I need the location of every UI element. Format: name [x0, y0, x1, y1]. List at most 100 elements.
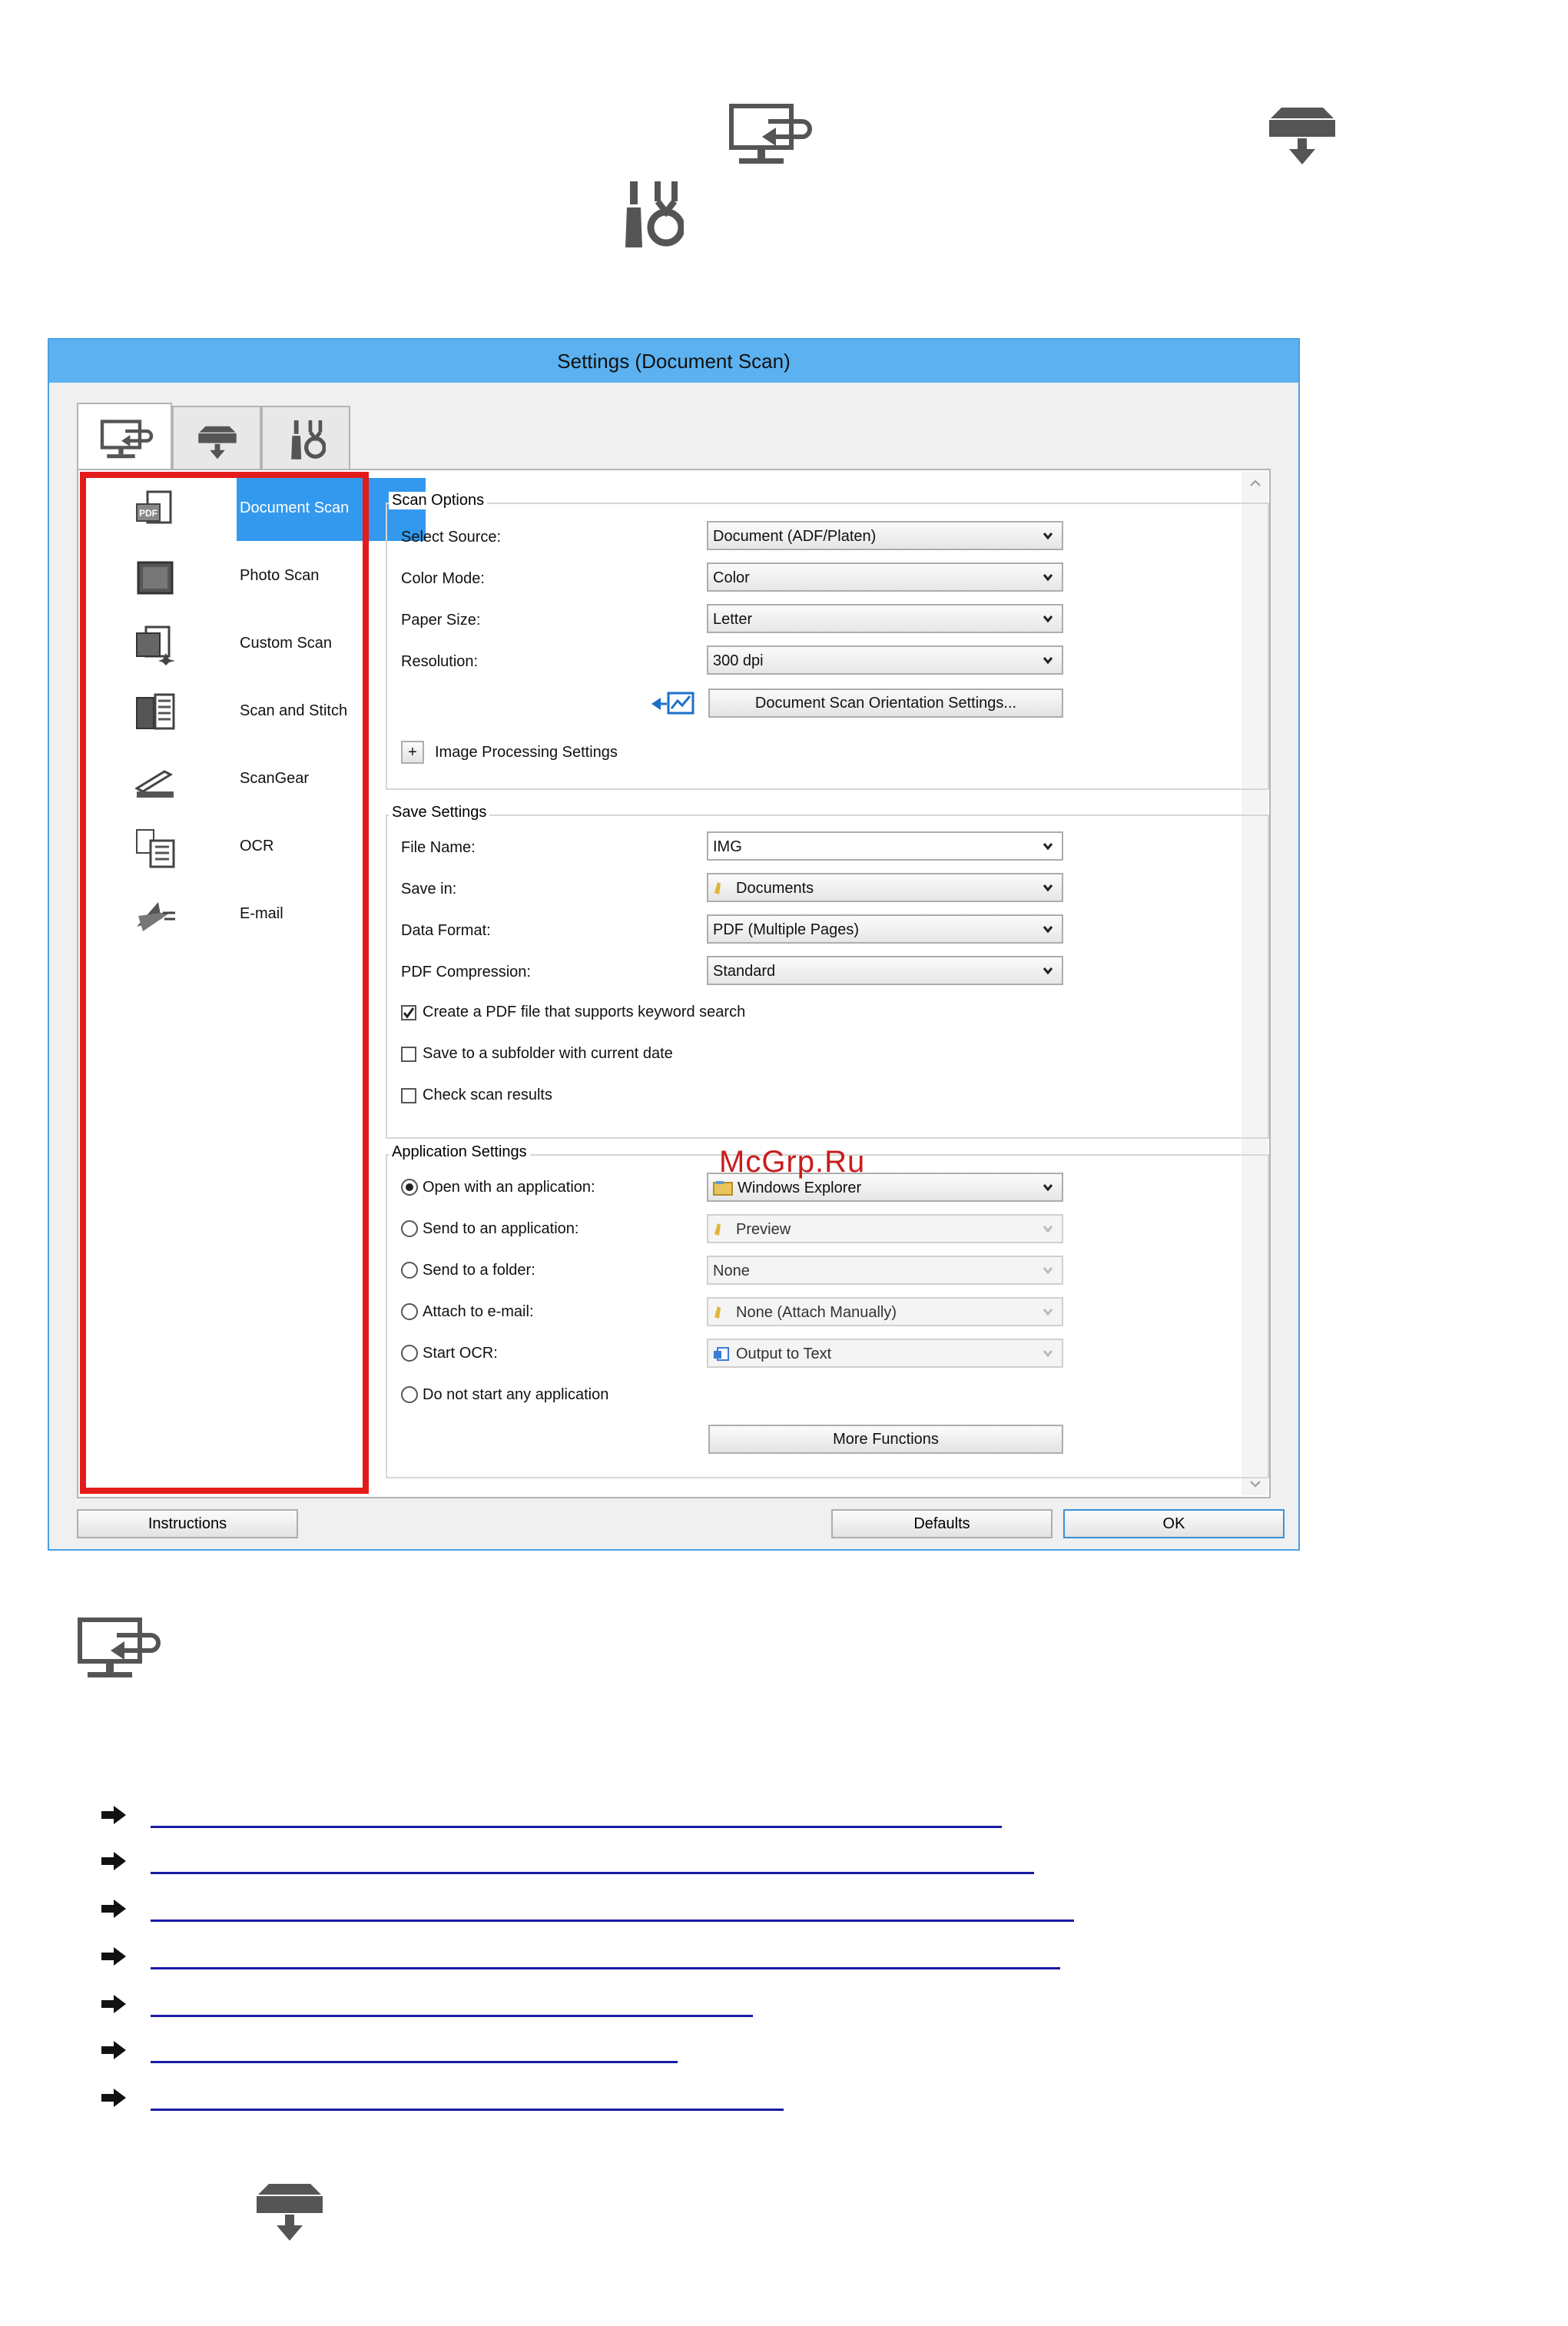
open-with-application-radio[interactable] — [401, 1179, 418, 1196]
send-to-folder-label: Send to a folder: — [423, 1262, 535, 1279]
resolution-value: 300 dpi — [713, 652, 764, 669]
attach-to-email-label: Attach to e-mail: — [423, 1303, 534, 1320]
scroll-up-icon[interactable] — [1249, 479, 1261, 487]
resolution-dropdown[interactable]: 300 dpi — [707, 645, 1063, 675]
chevron-down-icon — [1043, 843, 1053, 851]
start-ocr-radio[interactable] — [401, 1345, 418, 1362]
open-with-application-label: Open with an application: — [423, 1179, 595, 1196]
arrow-right-icon — [101, 1806, 126, 1824]
scan-from-operation-panel-icon — [1269, 108, 1335, 164]
subfolder-date-checkbox[interactable] — [401, 1047, 416, 1062]
pdf-compression-label: PDF Compression: — [401, 964, 531, 981]
scan-from-computer-icon — [729, 104, 812, 164]
application-settings-title: Application Settings — [389, 1143, 530, 1161]
keyword-search-checkbox[interactable] — [401, 1005, 416, 1020]
defaults-button[interactable]: Defaults — [831, 1509, 1053, 1538]
folder-icon — [714, 882, 721, 894]
pdf-compression-value: Standard — [713, 963, 776, 980]
attach-to-email-dropdown[interactable]: None (Attach Manually) — [707, 1297, 1063, 1326]
tab-general-settings[interactable] — [261, 406, 350, 470]
arrow-right-icon — [101, 1947, 126, 1966]
pdf-compression-dropdown[interactable]: Standard — [707, 956, 1063, 985]
check-scan-results-label: Check scan results — [423, 1087, 552, 1103]
link-underline[interactable] — [151, 2061, 678, 2063]
save-in-label: Save in: — [401, 881, 457, 898]
data-format-dropdown[interactable]: PDF (Multiple Pages) — [707, 914, 1063, 944]
arrow-right-icon — [101, 2041, 126, 2059]
text-output-icon — [714, 1347, 729, 1361]
arrow-right-icon — [101, 1995, 126, 2013]
image-processing-label: Image Processing Settings — [435, 744, 618, 761]
file-name-label: File Name: — [401, 839, 476, 856]
orientation-settings-button[interactable]: Document Scan Orientation Settings... — [708, 689, 1063, 718]
more-functions-button[interactable]: More Functions — [708, 1425, 1063, 1454]
send-to-folder-radio[interactable] — [401, 1262, 418, 1279]
chevron-down-icon — [1043, 967, 1053, 975]
link-underline[interactable] — [151, 1826, 1002, 1828]
resolution-label: Resolution: — [401, 653, 479, 670]
chevron-down-icon — [1043, 533, 1053, 540]
select-source-value: Document (ADF/Platen) — [713, 528, 877, 545]
ok-button[interactable]: OK — [1063, 1509, 1285, 1538]
send-to-application-label: Send to an application: — [423, 1220, 579, 1237]
chevron-down-icon — [1043, 1226, 1053, 1233]
send-to-application-radio[interactable] — [401, 1220, 418, 1237]
link-underline[interactable] — [151, 1920, 1074, 1922]
subfolder-date-label: Save to a subfolder with current date — [423, 1045, 673, 1062]
data-format-value: PDF (Multiple Pages) — [713, 921, 860, 938]
arrow-right-icon — [101, 1900, 126, 1918]
chevron-down-icon — [1043, 657, 1053, 665]
chevron-down-icon — [1043, 574, 1053, 582]
file-name-combobox[interactable]: IMG — [707, 831, 1063, 861]
color-mode-label: Color Mode: — [401, 570, 485, 587]
chevron-down-icon — [1043, 1267, 1053, 1275]
link-underline[interactable] — [151, 2015, 753, 2017]
chevron-down-icon — [1043, 616, 1053, 623]
link-underline[interactable] — [151, 2109, 784, 2111]
link-underline[interactable] — [151, 1967, 1060, 1969]
watermark: McGrp.Ru — [719, 1145, 866, 1179]
radio-dot — [406, 1183, 413, 1191]
general-settings-icon — [625, 181, 684, 247]
chevron-down-icon — [1043, 884, 1053, 892]
arrow-right-icon — [101, 1852, 126, 1870]
instructions-button[interactable]: Instructions — [77, 1509, 298, 1538]
paper-size-label: Paper Size: — [401, 612, 481, 629]
folder-icon — [714, 1306, 721, 1319]
do-not-start-radio[interactable] — [401, 1386, 418, 1403]
send-to-folder-value: None — [713, 1263, 750, 1279]
tab-scan-from-operation-panel[interactable] — [172, 406, 261, 470]
save-settings-title: Save Settings — [389, 804, 490, 821]
link-underline[interactable] — [151, 1872, 1034, 1874]
paper-size-dropdown[interactable]: Letter — [707, 604, 1063, 633]
data-format-label: Data Format: — [401, 922, 491, 939]
save-in-dropdown[interactable]: Documents — [707, 873, 1063, 902]
select-source-dropdown[interactable]: Document (ADF/Platen) — [707, 521, 1063, 550]
scroll-down-icon[interactable] — [1249, 1480, 1261, 1488]
select-source-label: Select Source: — [401, 529, 502, 546]
settings-dialog: Settings (Document Scan) PDF Document Sc… — [48, 338, 1300, 1551]
scan-options-title: Scan Options — [389, 492, 488, 509]
do-not-start-label: Do not start any application — [423, 1386, 609, 1403]
send-to-application-dropdown[interactable]: Preview — [707, 1214, 1063, 1243]
check-scan-results-checkbox[interactable] — [401, 1088, 416, 1103]
send-to-folder-dropdown[interactable]: None — [707, 1256, 1063, 1285]
chevron-down-icon — [1043, 1184, 1053, 1192]
chevron-down-icon — [1043, 1309, 1053, 1316]
color-mode-dropdown[interactable]: Color — [707, 562, 1063, 592]
title-bar: Settings (Document Scan) — [49, 340, 1298, 383]
scan-from-computer-icon — [78, 1618, 161, 1677]
attach-to-email-value: None (Attach Manually) — [736, 1304, 897, 1321]
expand-image-processing-button[interactable]: + — [401, 741, 424, 764]
chevron-down-icon — [1043, 926, 1053, 934]
general-settings-icon — [291, 420, 326, 460]
scan-from-computer-icon — [100, 420, 154, 459]
file-name-value: IMG — [713, 838, 742, 855]
window-title: Settings (Document Scan) — [557, 350, 791, 373]
dialog-body: PDF Document Scan Photo Scan Custom Scan — [60, 383, 1288, 1538]
attach-to-email-radio[interactable] — [401, 1303, 418, 1320]
arrow-right-icon — [101, 2089, 126, 2107]
start-ocr-dropdown[interactable]: Output to Text — [707, 1339, 1063, 1368]
tab-scan-from-computer[interactable] — [77, 403, 172, 473]
keyword-search-label: Create a PDF file that supports keyword … — [423, 1004, 746, 1020]
